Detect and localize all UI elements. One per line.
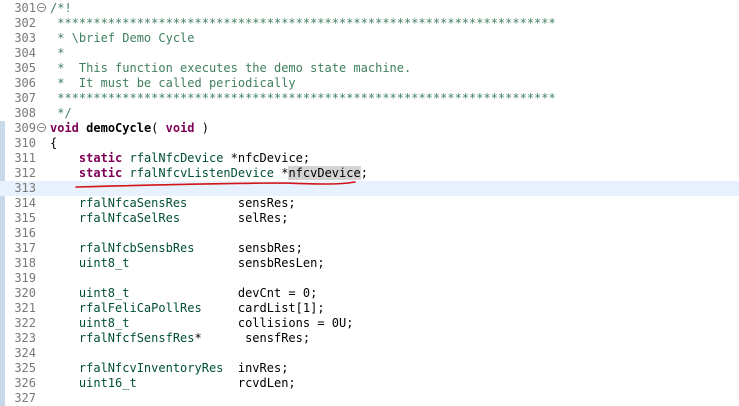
red-annotation-underline (75, 181, 356, 188)
code-editor[interactable]: 301−/*! 302 *****************************… (0, 0, 739, 406)
